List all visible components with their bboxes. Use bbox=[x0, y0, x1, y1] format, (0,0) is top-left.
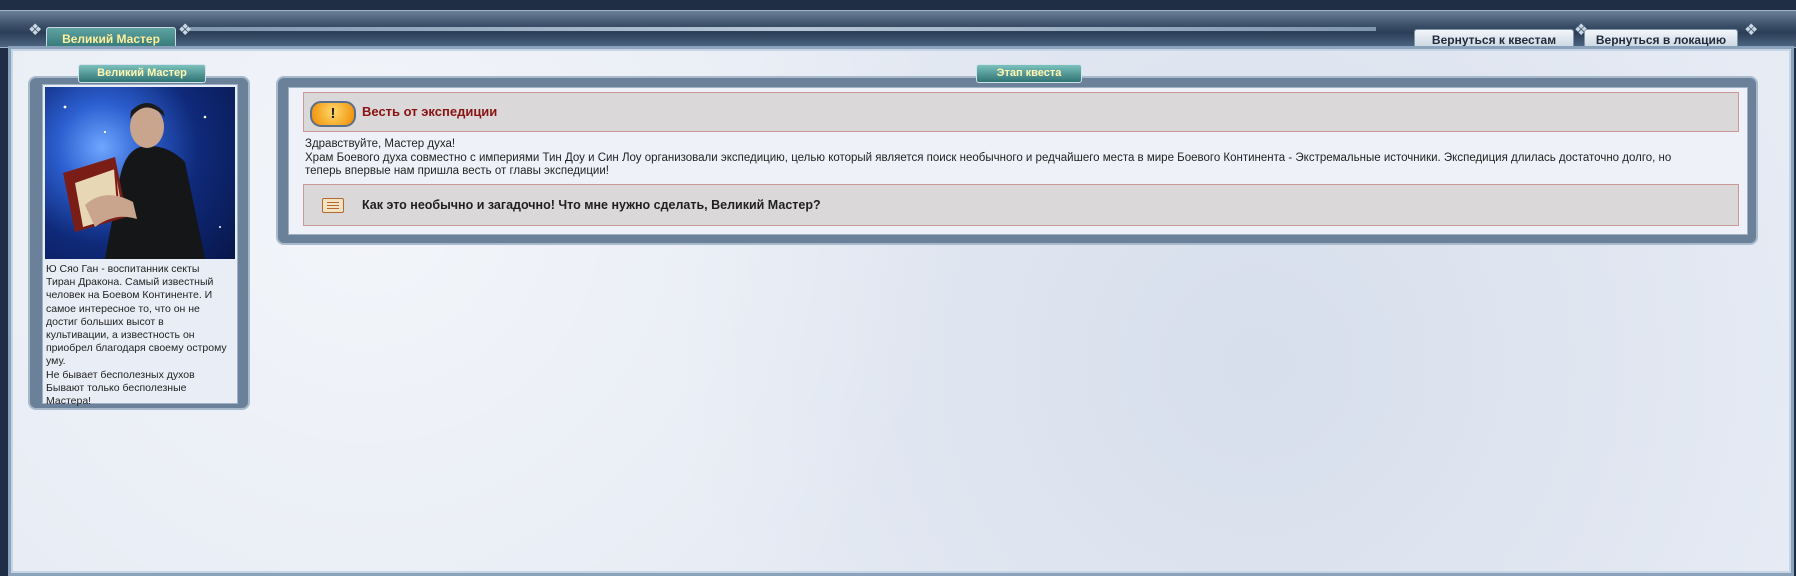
npc-description-line: Тиран Дракона. Самый известный bbox=[46, 276, 214, 289]
quest-text-line: Храм Боевого духа совместно с империями … bbox=[305, 151, 1672, 164]
quest-panel-inner: ! Весть от экспедиции Здравствуйте, Маст… bbox=[288, 87, 1748, 235]
npc-description-line: приобрел благодаря своему острому bbox=[46, 342, 227, 355]
ornament-end-icon: ❖ bbox=[1744, 22, 1759, 39]
ornament-right-icon: ❖ bbox=[178, 22, 193, 39]
quest-text-line: теперь впервые нам пришла весть от главы… bbox=[305, 165, 609, 177]
npc-description-line: культивации, а известность он bbox=[46, 329, 195, 342]
quest-text-line: Здравствуйте, Мастер духа! bbox=[305, 138, 456, 150]
answer-option[interactable]: Как это необычно и загадочно! Что мне ну… bbox=[303, 184, 1739, 226]
npc-description-line: достиг больших высот в bbox=[46, 315, 164, 328]
npc-title-tab: Великий Мастер bbox=[78, 64, 206, 83]
npc-description-line: Бывают только бесполезные bbox=[46, 381, 187, 394]
npc-description-line: человек на Боевом Континенте. И bbox=[46, 289, 213, 302]
npc-description: Ю Сяо Ган - воспитанник секты Тиран Драк… bbox=[46, 263, 236, 408]
npc-portrait bbox=[45, 87, 235, 259]
npc-portrait-svg bbox=[63, 103, 221, 259]
exclamation-badge-icon: ! bbox=[310, 101, 356, 127]
top-bar: ❖ Великий Мастер ❖ Вернуться к квестам ❖… bbox=[0, 10, 1796, 51]
quest-stage-tab: Этап квеста bbox=[976, 64, 1082, 83]
app-frame: ❖ Великий Мастер ❖ Вернуться к квестам ❖… bbox=[0, 0, 1796, 576]
quest-title: Весть от экспедиции bbox=[362, 104, 498, 119]
npc-description-line: Ю Сяо Ган - воспитанник секты bbox=[46, 263, 200, 275]
npc-description-line: самое интересное то, что он не bbox=[46, 302, 200, 315]
ornament-left-icon: ❖ bbox=[28, 22, 43, 39]
quest-text: Здравствуйте, Мастер духа! Храм Боевого … bbox=[305, 138, 1745, 179]
quest-header: ! Весть от экспедиции bbox=[303, 92, 1739, 132]
npc-card: Ю Сяо Ган - воспитанник секты Тиран Драк… bbox=[30, 78, 248, 408]
top-bar-divider bbox=[190, 27, 1376, 31]
scroll-icon bbox=[322, 198, 344, 213]
npc-description-line: Не бывает бесполезных духов bbox=[46, 368, 195, 381]
answer-text[interactable]: Как это необычно и загадочно! Что мне ну… bbox=[362, 198, 821, 212]
quest-panel: ! Весть от экспедиции Здравствуйте, Маст… bbox=[278, 78, 1756, 243]
npc-description-line: Мастера! bbox=[46, 395, 92, 408]
npc-description-line: уму. bbox=[46, 355, 66, 368]
npc-card-inner: Ю Сяо Ган - воспитанник секты Тиран Драк… bbox=[42, 84, 238, 407]
